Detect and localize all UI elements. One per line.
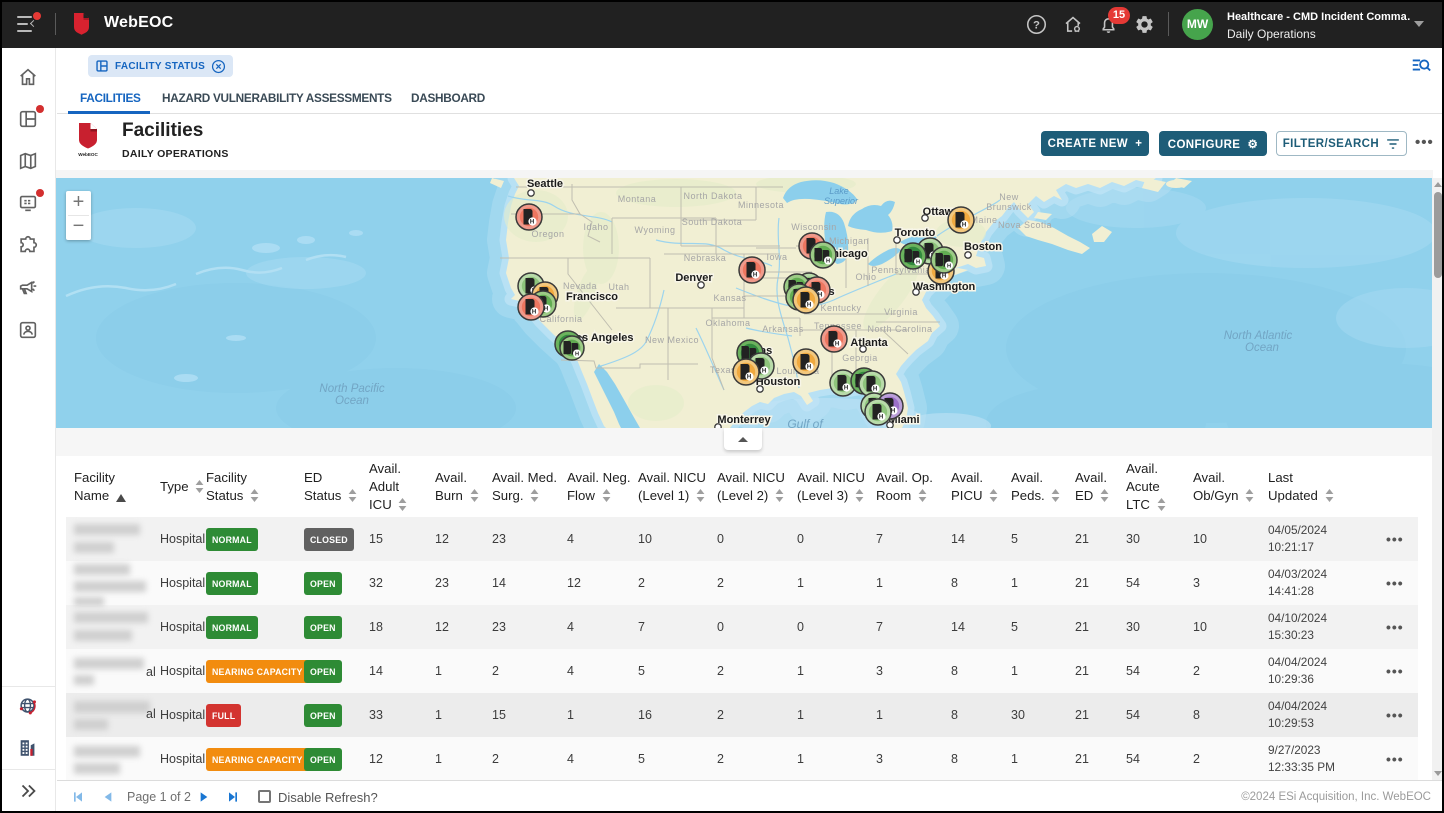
- svg-text:H: H: [947, 263, 951, 269]
- svg-text:H: H: [532, 309, 536, 315]
- svg-text:Nevada: Nevada: [563, 281, 597, 291]
- svg-text:Kansas: Kansas: [713, 293, 746, 303]
- svg-text:H: H: [879, 414, 883, 420]
- svg-text:Wisconsin: Wisconsin: [791, 222, 837, 232]
- svg-text:H: H: [762, 368, 766, 374]
- svg-text:Iowa: Iowa: [766, 252, 787, 262]
- svg-text:H: H: [962, 222, 966, 228]
- svg-text:H: H: [807, 364, 811, 370]
- svg-text:Ocean: Ocean: [1245, 342, 1279, 354]
- svg-text:New: New: [999, 192, 1019, 202]
- svg-text:H: H: [747, 374, 751, 380]
- svg-text:New Mexico: New Mexico: [645, 335, 699, 345]
- svg-text:Oregon: Oregon: [531, 229, 564, 239]
- svg-text:Arkansas: Arkansas: [762, 324, 804, 334]
- svg-text:Texas: Texas: [710, 365, 736, 375]
- svg-text:H: H: [753, 272, 757, 278]
- svg-text:Francisco: Francisco: [566, 291, 618, 303]
- svg-text:Nova Scotia: Nova Scotia: [998, 220, 1052, 230]
- svg-text:South Dakota: South Dakota: [682, 217, 743, 227]
- svg-text:North Carolina: North Carolina: [867, 324, 932, 334]
- svg-text:Brunswick: Brunswick: [986, 202, 1032, 212]
- svg-text:Virginia: Virginia: [884, 307, 918, 317]
- svg-text:H: H: [826, 258, 830, 264]
- svg-text:Monterrey: Monterrey: [717, 414, 771, 426]
- svg-text:Superior: Superior: [824, 196, 859, 206]
- svg-text:Georgia: Georgia: [842, 353, 878, 363]
- svg-text:H: H: [873, 386, 877, 392]
- svg-text:Gulf of: Gulf of: [787, 417, 824, 428]
- svg-text:H: H: [807, 302, 811, 308]
- svg-text:Toronto: Toronto: [895, 227, 936, 239]
- svg-text:Wyoming: Wyoming: [635, 225, 676, 235]
- svg-text:H: H: [575, 351, 579, 357]
- svg-text:WebEOC: WebEOC: [78, 152, 98, 157]
- svg-text:North Pacific: North Pacific: [319, 383, 384, 395]
- svg-text:Atlanta: Atlanta: [850, 337, 888, 349]
- svg-text:Montana: Montana: [618, 194, 657, 204]
- svg-text:H: H: [835, 341, 839, 347]
- svg-text:H: H: [942, 273, 946, 279]
- svg-text:Michigan: Michigan: [829, 236, 869, 246]
- svg-text:North Dakota: North Dakota: [683, 191, 742, 201]
- svg-text:H: H: [844, 385, 848, 391]
- svg-text:Kentucky: Kentucky: [820, 303, 861, 313]
- svg-text:Boston: Boston: [964, 241, 1002, 253]
- svg-text:Nebraska: Nebraska: [684, 253, 727, 263]
- svg-text:Minnesota: Minnesota: [738, 200, 784, 210]
- svg-text:Seattle: Seattle: [527, 178, 563, 190]
- svg-text:Lake: Lake: [829, 186, 849, 196]
- svg-text:Ocean: Ocean: [335, 395, 369, 407]
- svg-text:?: ?: [1033, 20, 1040, 32]
- svg-text:Idaho: Idaho: [583, 222, 608, 232]
- svg-text:North Atlantic: North Atlantic: [1224, 330, 1293, 342]
- svg-text:Oklahoma: Oklahoma: [705, 318, 750, 328]
- svg-text:H: H: [530, 219, 534, 225]
- svg-text:H: H: [916, 259, 920, 265]
- svg-text:Denver: Denver: [675, 272, 713, 284]
